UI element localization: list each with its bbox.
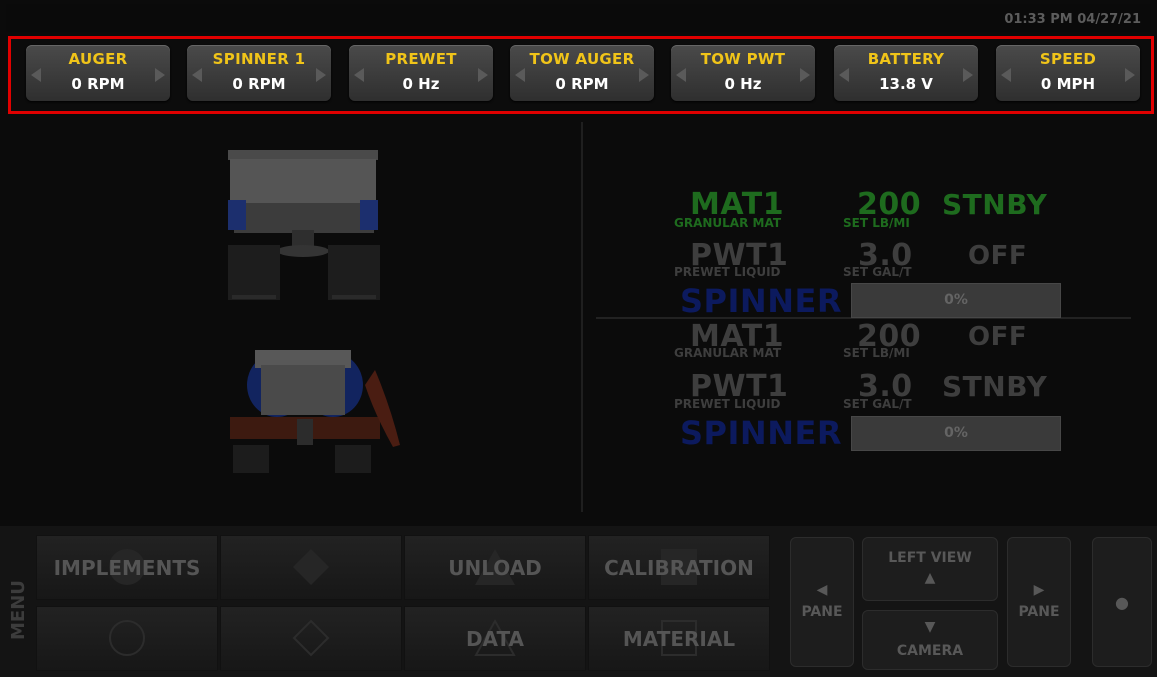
circle-outline-icon bbox=[109, 620, 145, 656]
dot-icon: ● bbox=[1115, 593, 1129, 612]
gauge-prewet[interactable]: PREWET 0 Hz bbox=[349, 45, 493, 101]
left-view-label: LEFT VIEW bbox=[888, 550, 972, 566]
spinner-percent: 0% bbox=[944, 292, 968, 308]
display-frame: 01:33 PM 04/27/21 AUGER 0 RPM SPINNER 1 … bbox=[0, 0, 1157, 677]
button-label: MATERIAL bbox=[622, 627, 736, 651]
prewet-sub: PREWET LIQUID bbox=[674, 397, 781, 411]
prewet-state: STNBY bbox=[942, 370, 1048, 403]
menu-label: MENU bbox=[8, 580, 29, 640]
unload-button[interactable]: UNLOAD bbox=[404, 535, 586, 600]
gauge-label: PREWET bbox=[385, 50, 457, 68]
gauge-value: 0 RPM bbox=[232, 75, 286, 93]
spinner-label: SPINNER bbox=[680, 414, 842, 452]
gauge-label: BATTERY bbox=[867, 50, 945, 68]
gauge-value: 0 RPM bbox=[555, 75, 609, 93]
rear-truck-icon bbox=[228, 150, 380, 300]
prewet-state: OFF bbox=[968, 241, 1028, 271]
pane-left-label: PANE bbox=[801, 604, 843, 620]
gauge-speed[interactable]: SPEED 0 MPH bbox=[996, 45, 1140, 101]
dot-button[interactable]: ● bbox=[1092, 537, 1152, 667]
pane-right-button[interactable]: ▶ PANE bbox=[1007, 537, 1071, 667]
material-sub: GRANULAR MAT bbox=[674, 216, 781, 230]
button-label: DATA bbox=[465, 627, 525, 651]
gauge-label: TOW PWT bbox=[700, 50, 786, 68]
chevron-right-icon: ▶ bbox=[1033, 582, 1045, 598]
diamond-outline-button[interactable] bbox=[220, 606, 402, 671]
diamond-outline-icon bbox=[292, 619, 330, 657]
spinner-progress: 0% bbox=[851, 283, 1061, 318]
gauge-value: 0 MPH bbox=[1040, 75, 1096, 93]
status-bar: 01:33 PM 04/27/21 bbox=[6, 4, 1151, 32]
gauge-value: 0 Hz bbox=[402, 75, 440, 93]
pane-divider bbox=[581, 122, 583, 512]
pane-right-label: PANE bbox=[1018, 604, 1060, 620]
top-truck-icon bbox=[230, 350, 400, 473]
diamond-icon bbox=[293, 549, 329, 585]
gauge-label: SPINNER 1 bbox=[212, 50, 306, 68]
gauge-value: 0 Hz bbox=[724, 75, 762, 93]
left-view-button[interactable]: LEFT VIEW ▲ bbox=[862, 537, 998, 601]
gauge-auger[interactable]: AUGER 0 RPM bbox=[26, 45, 170, 101]
button-label: CALIBRATION bbox=[604, 556, 754, 580]
spinner-label: SPINNER bbox=[680, 282, 842, 320]
implements-button[interactable]: IMPLEMENTS bbox=[36, 535, 218, 600]
material-unit: SET LB/MI bbox=[843, 216, 910, 230]
circle-button[interactable] bbox=[36, 606, 218, 671]
gauge-spinner-1[interactable]: SPINNER 1 0 RPM bbox=[187, 45, 331, 101]
button-label: UNLOAD bbox=[448, 556, 542, 580]
gauge-label: TOW AUGER bbox=[529, 50, 635, 68]
prewet-unit: SET GAL/T bbox=[843, 397, 912, 411]
gauge-value: 13.8 V bbox=[879, 75, 933, 93]
gauge-tow-pwt[interactable]: TOW PWT 0 Hz bbox=[671, 45, 815, 101]
camera-button[interactable]: ▼ CAMERA bbox=[862, 610, 998, 670]
prewet-sub: PREWET LIQUID bbox=[674, 265, 781, 279]
chevron-left-icon: ◀ bbox=[816, 582, 828, 598]
material-sub: GRANULAR MAT bbox=[674, 346, 781, 360]
gauge-value: 0 RPM bbox=[71, 75, 125, 93]
material-button[interactable]: MATERIAL bbox=[588, 606, 770, 671]
gauge-label: SPEED bbox=[1039, 50, 1097, 68]
diamond-button[interactable] bbox=[220, 535, 402, 600]
calibration-button[interactable]: CALIBRATION bbox=[588, 535, 770, 600]
gauge-battery[interactable]: BATTERY 13.8 V bbox=[834, 45, 978, 101]
chevron-up-icon: ▲ bbox=[924, 570, 936, 586]
button-label: IMPLEMENTS bbox=[53, 556, 201, 580]
chevron-down-icon: ▼ bbox=[924, 619, 936, 635]
prewet-unit: SET GAL/T bbox=[843, 265, 912, 279]
gauge-label: AUGER bbox=[68, 50, 128, 68]
material-state: OFF bbox=[968, 322, 1028, 352]
clock: 01:33 PM 04/27/21 bbox=[1004, 12, 1141, 27]
spinner-progress: 0% bbox=[851, 416, 1061, 451]
material-state: STNBY bbox=[942, 188, 1048, 221]
data-button[interactable]: DATA bbox=[404, 606, 586, 671]
camera-label: CAMERA bbox=[896, 643, 964, 659]
spinner-percent: 0% bbox=[944, 425, 968, 441]
pane-left-button[interactable]: ◀ PANE bbox=[790, 537, 854, 667]
material-unit: SET LB/MI bbox=[843, 346, 910, 360]
gauge-tow-auger[interactable]: TOW AUGER 0 RPM bbox=[510, 45, 654, 101]
gauge-bar: AUGER 0 RPM SPINNER 1 0 RPM PREWET 0 Hz … bbox=[8, 36, 1154, 114]
